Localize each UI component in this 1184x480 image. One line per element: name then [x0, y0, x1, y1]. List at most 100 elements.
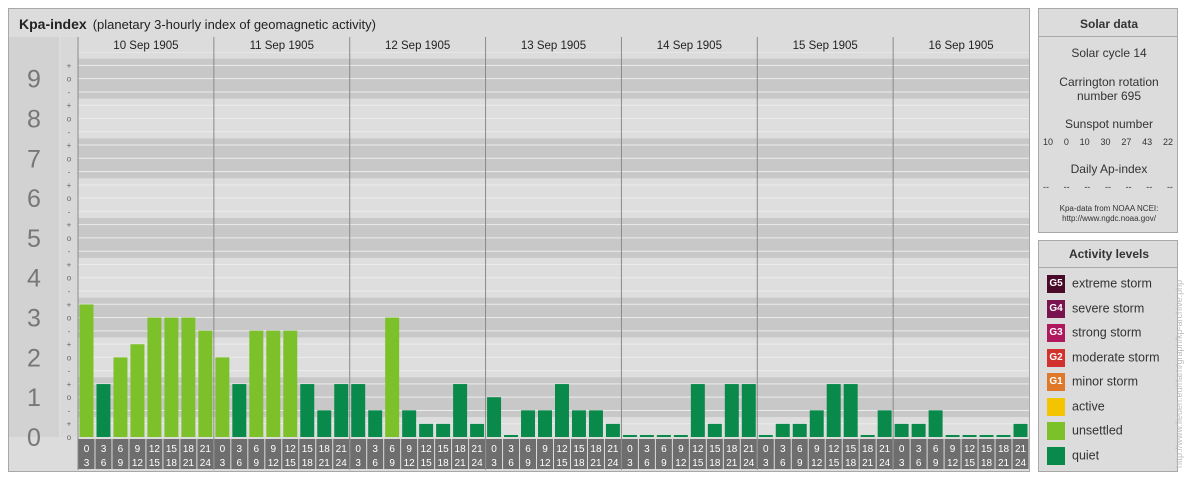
sub-tick-label: o: [67, 75, 72, 84]
source-line-1: Kpa-data from NOAA NCEI:: [1059, 204, 1159, 213]
activity-heading: Activity levels: [1068, 247, 1150, 261]
interval-end-label: 12: [539, 458, 551, 469]
kp-bar: [368, 410, 383, 437]
interval-end-label: 9: [661, 458, 667, 469]
interval-end-label: 18: [845, 458, 857, 469]
interval-end-label: 6: [644, 458, 650, 469]
legend-swatch: G3: [1047, 324, 1065, 342]
source-line-2: http://www.ngdc.noaa.gov/: [1062, 214, 1156, 223]
day-label: 14 Sep 1905: [657, 40, 722, 52]
legend-item-severe-storm: G4 severe storm: [1047, 299, 1144, 318]
interval-start-label: 12: [421, 444, 433, 455]
ap-values: -- -- -- -- -- -- --: [1043, 182, 1173, 192]
interval-end-label: 21: [590, 458, 602, 469]
kp-bar: [911, 423, 926, 437]
y-tick-label: 4: [27, 265, 41, 293]
day-label: 10 Sep 1905: [113, 40, 178, 52]
legend-item-extreme-storm: G5 extreme storm: [1047, 275, 1152, 293]
kp-bar: [860, 435, 875, 437]
interval-start-label: 21: [879, 444, 891, 455]
sub-tick-label: o: [67, 234, 72, 243]
kp-bar: [453, 384, 468, 437]
sub-tick-label: +: [67, 221, 72, 230]
interval-end-label: 6: [372, 458, 378, 469]
legend-item-minor-storm: G1 minor storm: [1047, 373, 1138, 391]
kp-bar: [758, 435, 773, 437]
kp-bar: [521, 410, 536, 437]
interval-start-label: 6: [933, 444, 939, 455]
kp-bar: [605, 423, 620, 437]
sunspot-value: 30: [1100, 137, 1111, 147]
interval-end-label: 3: [491, 458, 497, 469]
y-tick-label: 8: [27, 105, 41, 133]
sunspot-values: 10 0 10 30 27 43 22: [1043, 137, 1173, 147]
interval-end-label: 15: [964, 458, 976, 469]
sub-tick-label: +: [67, 260, 72, 269]
legend-swatch: [1047, 397, 1065, 416]
legend-item-strong-storm: G3 strong storm: [1047, 324, 1141, 342]
kp-bar: [164, 317, 179, 437]
sub-tick-label: o: [67, 314, 72, 323]
interval-start-label: 18: [998, 444, 1010, 455]
interval-start-label: 15: [302, 444, 314, 455]
interval-start-label: 0: [220, 444, 226, 455]
kp-bar: [436, 423, 451, 437]
ap-value: --: [1104, 182, 1111, 192]
solar-data-heading: Solar data: [1079, 17, 1139, 31]
kp-bar: [130, 344, 145, 437]
interval-start-label: 6: [254, 444, 260, 455]
legend-label: strong storm: [1072, 325, 1142, 340]
sub-tick-label: o: [67, 114, 72, 123]
interval-start-label: 12: [828, 444, 840, 455]
kp-bar: [843, 384, 858, 437]
interval-end-label: 9: [389, 458, 395, 469]
kp-bar: [113, 357, 128, 437]
interval-start-label: 6: [661, 444, 667, 455]
kp-bar: [724, 384, 739, 437]
interval-end-label: 3: [84, 458, 90, 469]
interval-start-label: 9: [950, 444, 956, 455]
kp-bar: [198, 330, 213, 437]
interval-end-label: 24: [1015, 458, 1027, 469]
interval-end-label: 24: [336, 458, 348, 469]
legend-swatch: G4: [1047, 299, 1065, 318]
interval-end-label: 24: [607, 458, 619, 469]
kp-bar: [334, 384, 349, 437]
interval-start-label: 12: [556, 444, 568, 455]
interval-start-label: 6: [525, 444, 531, 455]
day-label: 12 Sep 1905: [385, 40, 450, 52]
kp-bar: [385, 317, 400, 437]
interval-start-label: 9: [814, 444, 820, 455]
day-label: 16 Sep 1905: [928, 40, 993, 52]
ap-value: --: [1063, 182, 1070, 192]
kp-bar: [656, 435, 671, 437]
interval-end-label: 15: [285, 458, 297, 469]
sub-tick-label: -: [68, 88, 71, 97]
interval-start-label: 0: [763, 444, 769, 455]
sunspot-value: 10: [1079, 137, 1090, 147]
day-label: 11 Sep 1905: [250, 40, 314, 52]
interval-end-label: 24: [743, 458, 755, 469]
interval-start-label: 9: [271, 444, 277, 455]
legend-label: moderate storm: [1072, 349, 1160, 364]
kp-bar: [79, 304, 94, 437]
interval-start-label: 15: [573, 444, 585, 455]
kp-bar: [96, 384, 111, 437]
sub-tick-label: -: [68, 207, 71, 216]
interval-start-label: 15: [709, 444, 721, 455]
kp-chart: 0123456789o+o+-o+-o+-o+-o+-o+-o+-o+-o+-1…: [9, 37, 1029, 470]
solar-cycle: Solar cycle 14: [1071, 46, 1147, 60]
interval-end-label: 15: [149, 458, 161, 469]
sub-tick-label: +: [67, 101, 72, 110]
legend-item-active: active: [1047, 397, 1105, 416]
legend-item-unsettled: unsettled: [1047, 422, 1123, 440]
interval-end-label: 18: [573, 458, 585, 469]
interval-start-label: 18: [726, 444, 738, 455]
interval-end-label: 3: [355, 458, 361, 469]
interval-end-label: 12: [404, 458, 416, 469]
kp-bar: [826, 384, 841, 437]
sub-tick-label: +: [67, 61, 72, 70]
sub-tick-label: -: [68, 168, 71, 177]
kp-bar: [538, 410, 552, 437]
interval-start-label: 6: [118, 444, 124, 455]
